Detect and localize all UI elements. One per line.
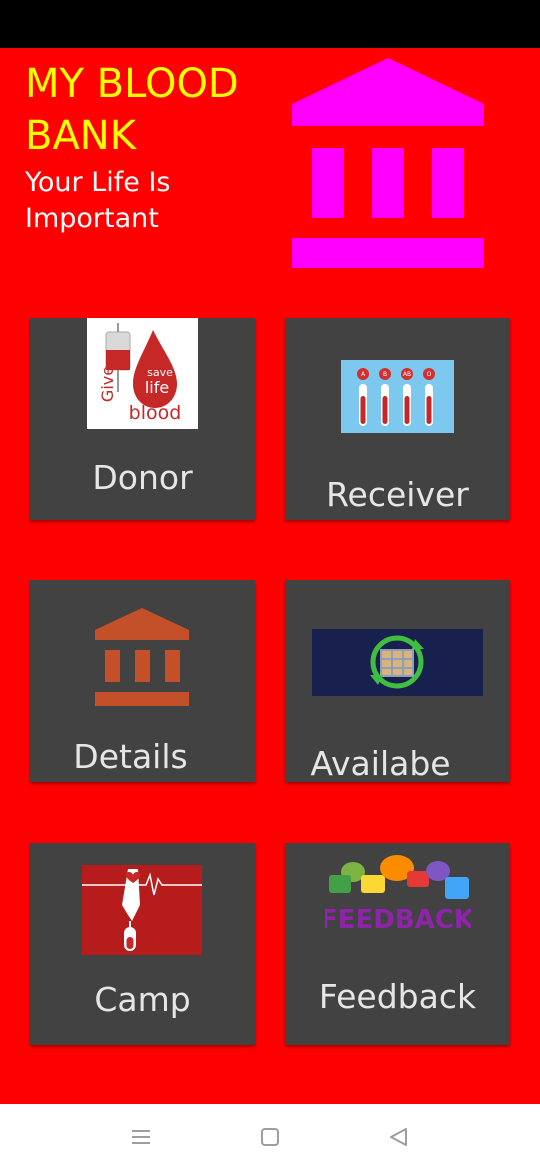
receiver-image-ab: AB: [403, 371, 411, 378]
navigation-bar: [0, 1104, 540, 1170]
camp-tile[interactable]: Camp: [30, 843, 255, 1045]
feedback-label: Feedback: [318, 977, 477, 1016]
feedback-image-text: FEEDBACK: [325, 905, 471, 935]
blood-test-tubes-icon: A B AB O: [341, 360, 454, 433]
donor-label: Donor: [92, 458, 193, 497]
available-tile[interactable]: Availabe: [285, 580, 510, 783]
available-label: Availabe: [310, 744, 451, 783]
feedback-bubbles-icon: FEEDBACK: [325, 855, 471, 935]
blood-bank-logo-icon: [292, 58, 484, 268]
details-label: Details: [73, 737, 188, 776]
receiver-image-b: B: [383, 371, 387, 378]
status-bar: [0, 0, 540, 48]
feedback-tile[interactable]: FEEDBACK Feedback: [285, 843, 510, 1045]
donor-tile[interactable]: save life Give blood Donor: [30, 318, 255, 520]
stock-refresh-icon: [312, 629, 483, 696]
app-subtitle: Your Life Is Important: [25, 167, 171, 234]
menu-button[interactable]: [111, 1104, 171, 1170]
receiver-label: Receiver: [326, 475, 469, 514]
donor-image-life: life: [145, 378, 169, 397]
receiver-tile[interactable]: A B AB O Receiver: [285, 318, 510, 520]
details-tile[interactable]: Details: [30, 580, 255, 782]
donor-image-give: Give: [98, 366, 117, 402]
bank-building-icon: [95, 608, 189, 706]
home-icon: [261, 1128, 279, 1146]
back-icon: [390, 1128, 407, 1146]
home-button[interactable]: [240, 1104, 300, 1170]
app-title: MY BLOOD BANK: [25, 61, 239, 159]
donor-image-blood: blood: [129, 402, 182, 424]
receiver-image-o: O: [427, 371, 432, 378]
camp-label: Camp: [94, 980, 191, 1019]
menu-icon: [132, 1130, 150, 1144]
blood-donation-camp-icon: [82, 865, 202, 955]
give-blood-icon: save life Give blood: [87, 318, 198, 429]
back-button[interactable]: [368, 1104, 428, 1170]
